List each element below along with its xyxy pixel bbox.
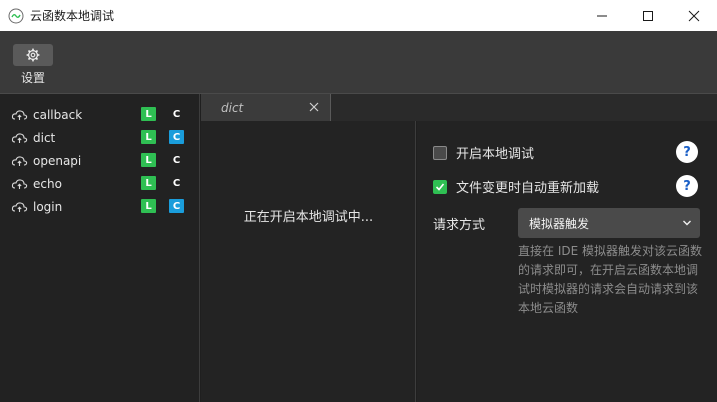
function-name: callback (33, 107, 83, 122)
function-item-dict[interactable]: dict L C (0, 126, 199, 149)
function-item-login[interactable]: login L C (0, 195, 199, 218)
local-badge[interactable]: L (141, 107, 156, 121)
request-mode-select[interactable]: 模拟器触发 (518, 208, 700, 238)
cloud-badge[interactable]: C (169, 176, 184, 190)
debug-settings-panel: 开启本地调试 ? 文件变更时自动重新加载 ? 请求方式 模拟器触发 直接在 ID… (417, 121, 717, 402)
close-window-button[interactable] (671, 0, 717, 31)
local-badge[interactable]: L (141, 153, 156, 167)
close-tab-icon[interactable] (308, 101, 320, 113)
function-name: openapi (33, 153, 82, 168)
chevron-down-icon (683, 220, 691, 226)
window-controls (579, 0, 717, 31)
local-badge[interactable]: L (141, 199, 156, 213)
function-name: echo (33, 176, 62, 191)
cloud-upload-icon (11, 178, 28, 189)
maximize-icon (643, 10, 653, 21)
function-name: dict (33, 130, 56, 145)
request-mode-description: 直接在 IDE 模拟器触发对该云函数的请求即可，在开启云函数本地调试时模拟器的请… (518, 244, 702, 315)
cloud-badge[interactable]: C (169, 153, 184, 167)
tab-label: dict (221, 100, 244, 115)
function-item-callback[interactable]: callback L C (0, 103, 199, 126)
tab-dict[interactable]: dict (201, 94, 331, 121)
maximize-button[interactable] (625, 0, 671, 31)
debug-status-text: 正在开启本地调试中... (243, 210, 374, 225)
cloud-badge[interactable]: C (169, 107, 184, 121)
title-bar: 云函数本地调试 (0, 0, 717, 31)
help-icon[interactable]: ? (676, 175, 698, 197)
toolbar: 设置 (0, 31, 717, 93)
function-list: callback L C dict L C openapi L C echo L… (0, 94, 200, 402)
cloud-upload-icon (11, 109, 28, 120)
cloud-upload-icon (11, 201, 28, 212)
auto-reload-checkbox[interactable] (433, 179, 447, 194)
request-mode-value: 模拟器触发 (529, 216, 590, 231)
function-name: login (33, 199, 63, 214)
function-item-openapi[interactable]: openapi L C (0, 149, 199, 172)
cloud-upload-icon (11, 132, 28, 143)
enable-local-debug-checkbox[interactable] (433, 145, 447, 160)
settings-button[interactable] (13, 44, 53, 66)
local-badge[interactable]: L (141, 130, 156, 144)
gear-icon (26, 48, 40, 62)
close-icon (688, 10, 700, 21)
cloud-upload-icon (11, 155, 28, 166)
minimize-icon (597, 15, 607, 16)
auto-reload-row[interactable]: 文件变更时自动重新加载 (433, 177, 599, 196)
enable-local-debug-row[interactable]: 开启本地调试 (433, 143, 534, 162)
app-logo-icon (8, 8, 24, 23)
minimize-button[interactable] (579, 0, 625, 31)
request-mode-label: 请求方式 (433, 218, 486, 233)
window-title: 云函数本地调试 (30, 9, 115, 23)
settings-label[interactable]: 设置 (13, 69, 53, 86)
tab-strip: dict (201, 94, 717, 121)
cloud-badge[interactable]: C (169, 130, 184, 144)
checkmark-icon (435, 182, 445, 191)
function-item-echo[interactable]: echo L C (0, 172, 199, 195)
local-badge[interactable]: L (141, 176, 156, 190)
enable-local-debug-label[interactable]: 开启本地调试 (456, 143, 534, 162)
auto-reload-label[interactable]: 文件变更时自动重新加载 (456, 177, 599, 196)
cloud-badge[interactable]: C (169, 199, 184, 213)
help-icon[interactable]: ? (676, 141, 698, 163)
log-panel: 正在开启本地调试中... (201, 121, 416, 402)
